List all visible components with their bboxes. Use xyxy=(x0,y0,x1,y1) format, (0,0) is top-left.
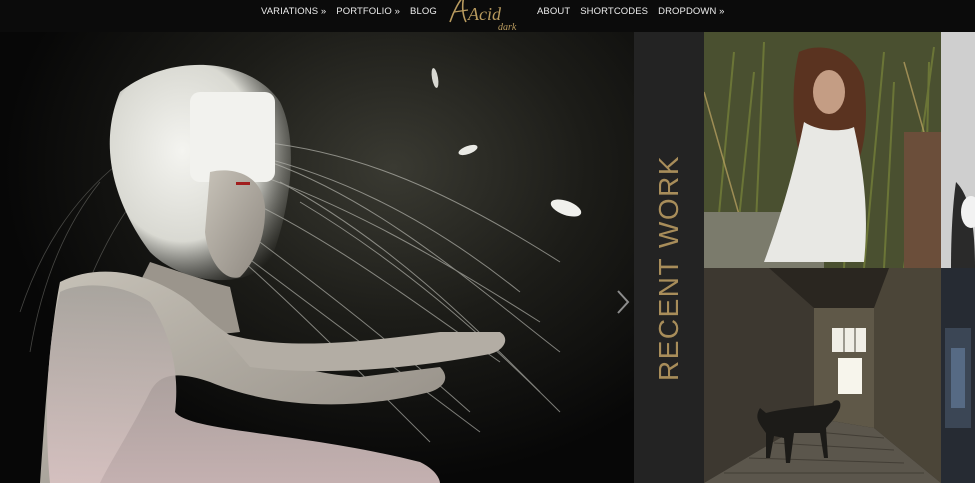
nav-about-link[interactable]: ABOUT xyxy=(532,6,575,17)
nav-blog-link[interactable]: BLOG xyxy=(405,6,442,17)
main-nav-left: VARIATIONS » PORTFOLIO » BLOG xyxy=(256,0,442,22)
nav-shortcodes-link[interactable]: SHORTCODES xyxy=(575,6,653,17)
portfolio-tile-1[interactable] xyxy=(704,32,941,268)
top-navigation-bar: VARIATIONS » PORTFOLIO » BLOG Acid dark … xyxy=(0,0,975,32)
portfolio-image-dark-interior xyxy=(941,268,975,483)
portfolio-image-dog-in-corridor xyxy=(704,268,941,483)
recent-work-heading: RECENT WORK xyxy=(653,155,684,381)
nav-variations-link[interactable]: VARIATIONS » xyxy=(256,6,331,17)
hero-image-woman-white-hair xyxy=(19,64,582,483)
site-logo[interactable]: Acid dark xyxy=(440,0,524,32)
nav-dropdown-link[interactable]: DROPDOWN » xyxy=(653,6,729,17)
portfolio-tile-3[interactable] xyxy=(704,268,941,483)
hero-slider[interactable] xyxy=(0,32,634,483)
portfolio-tile-4[interactable] xyxy=(941,268,975,483)
slider-next-arrow-icon[interactable] xyxy=(613,287,633,317)
logo-subtext: dark xyxy=(498,22,517,32)
logo-wordmark: Acid xyxy=(467,4,502,24)
portfolio-image-bw-portrait xyxy=(941,32,975,268)
nav-portfolio-link[interactable]: PORTFOLIO » xyxy=(331,6,405,17)
portfolio-image-girl-in-grass xyxy=(704,32,941,268)
portfolio-tile-2[interactable] xyxy=(941,32,975,268)
main-nav-right: ABOUT SHORTCODES DROPDOWN » xyxy=(532,0,730,22)
